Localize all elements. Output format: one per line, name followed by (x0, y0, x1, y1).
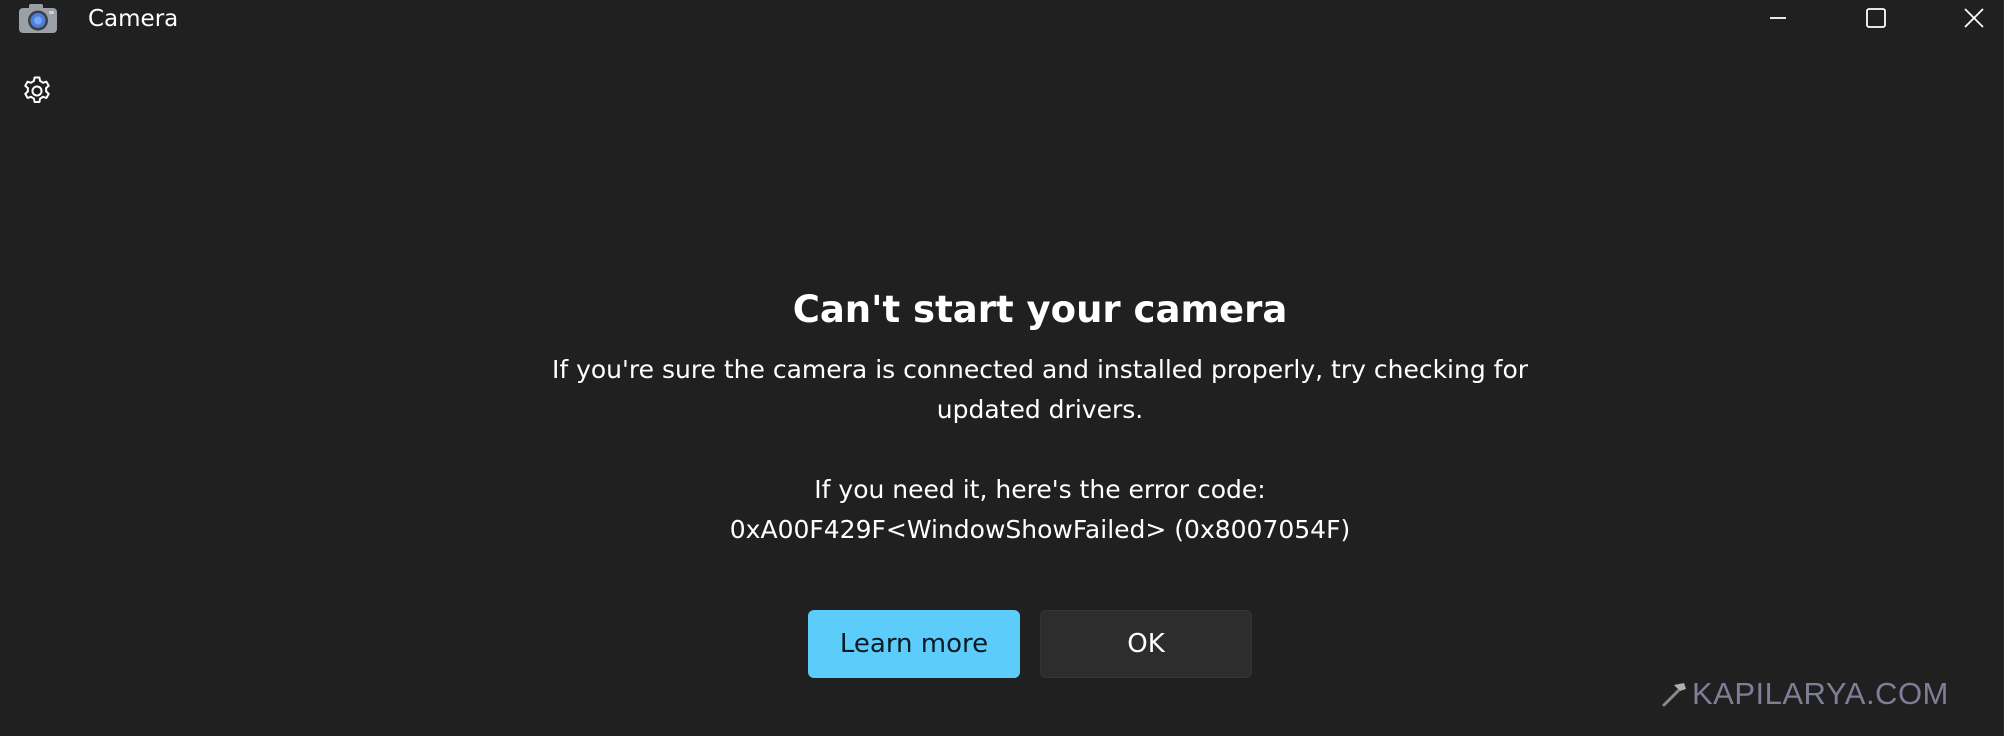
hammer-icon (1660, 679, 1690, 709)
watermark: KAPILARYA.COM (1660, 676, 1949, 712)
app-title: Camera (88, 6, 179, 32)
close-icon (1963, 7, 1985, 29)
error-code-intro: If you need it, here's the error code: (814, 475, 1266, 504)
camera-window: Camera Can't start your camera If you're… (0, 0, 2004, 736)
minimize-icon (1768, 8, 1788, 28)
minimize-button[interactable] (1738, 0, 1818, 36)
maximize-button[interactable] (1836, 0, 1916, 36)
dialog-buttons: Learn more OK (808, 610, 1254, 678)
title-bar[interactable]: Camera (0, 0, 2004, 40)
error-description-line-2: updated drivers. (936, 395, 1144, 424)
learn-more-button[interactable]: Learn more (808, 610, 1020, 678)
error-code: 0xA00F429F<WindowShowFailed> (0x8007054F… (729, 515, 1351, 544)
ok-button[interactable]: OK (1040, 610, 1252, 678)
error-title: Can't start your camera (792, 288, 1288, 331)
close-button[interactable] (1934, 0, 2004, 36)
maximize-icon (1865, 7, 1887, 29)
watermark-text: KAPILARYA.COM (1692, 676, 1949, 711)
error-content: Can't start your camera If you're sure t… (402, 270, 1678, 550)
gear-icon (20, 74, 54, 112)
error-description: If you're sure the camera is connected a… (402, 350, 1678, 430)
error-description-line-1: If you're sure the camera is connected a… (551, 355, 1529, 384)
camera-app-icon (18, 2, 58, 34)
error-code-block: If you need it, here's the error code: 0… (402, 470, 1678, 550)
settings-button[interactable] (14, 70, 60, 116)
